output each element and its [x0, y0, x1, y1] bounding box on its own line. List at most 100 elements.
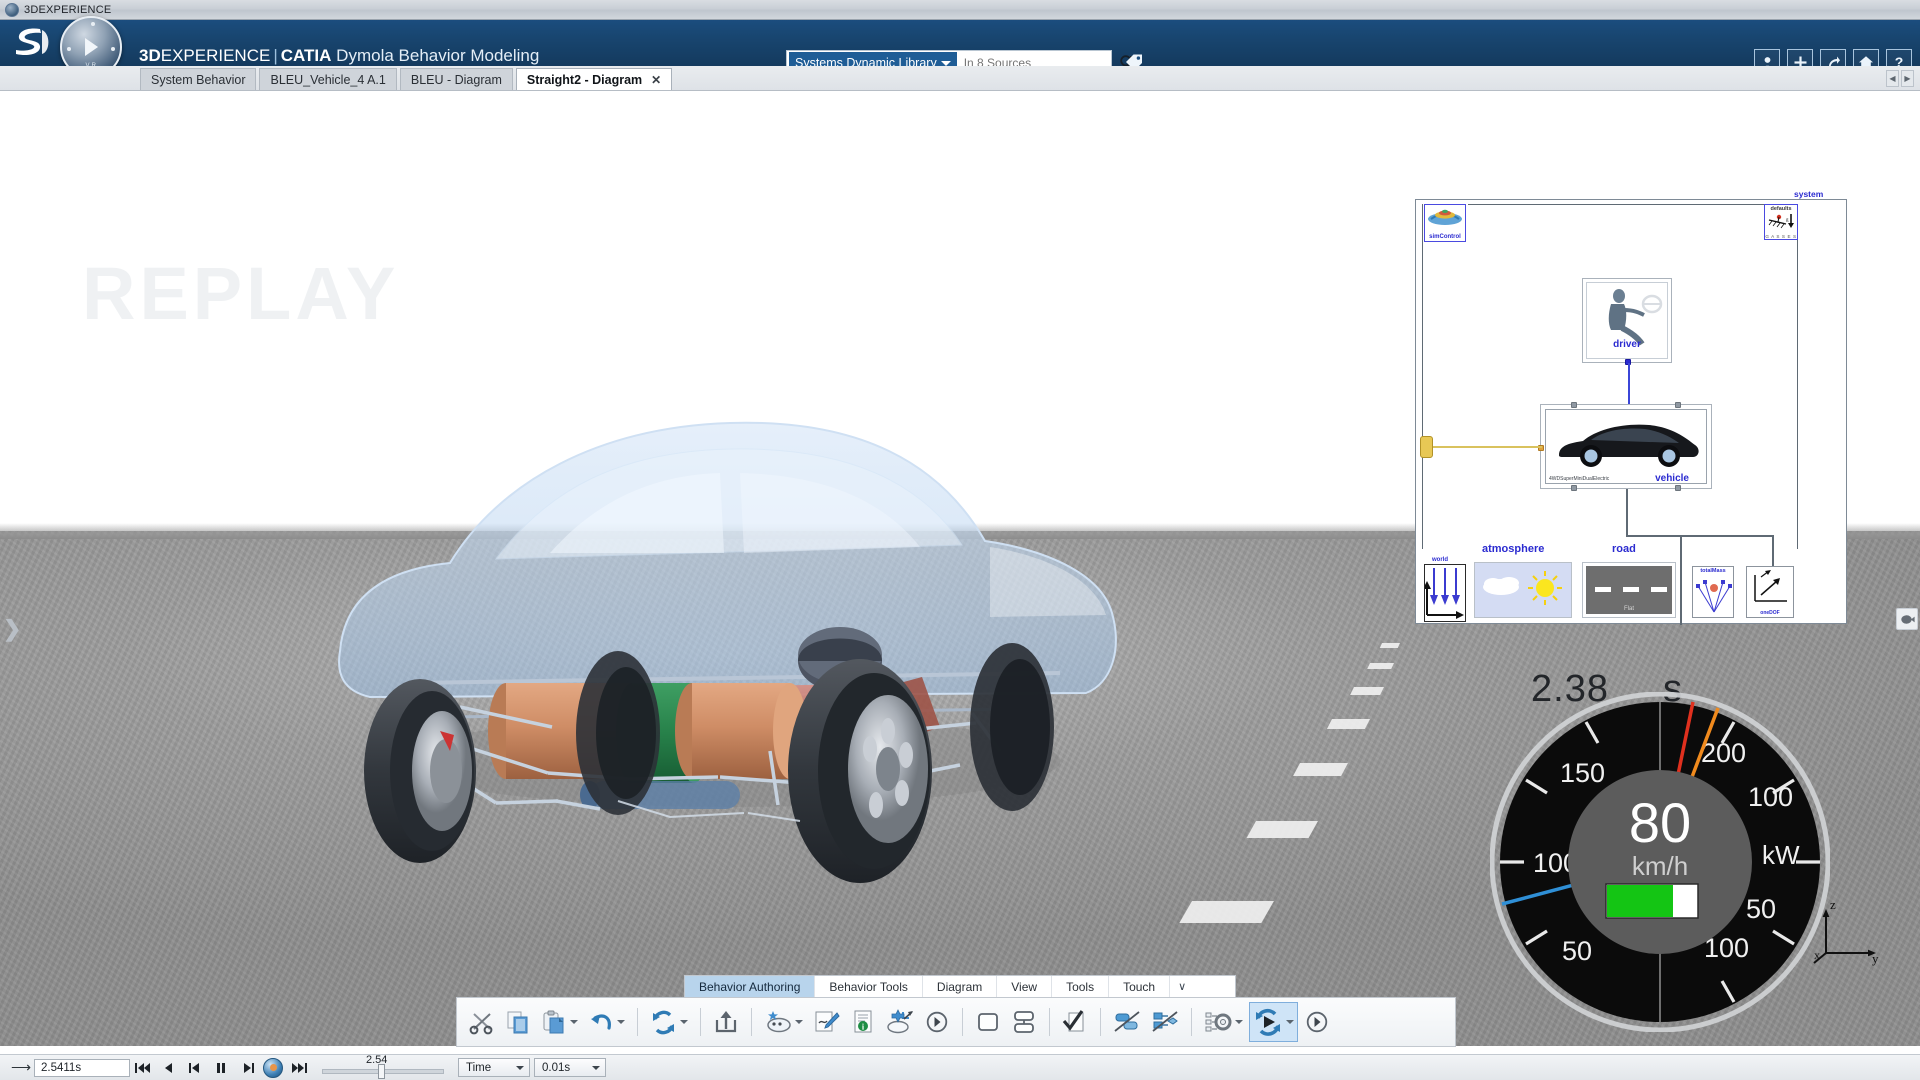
chevron-down-icon[interactable]: [795, 1020, 803, 1024]
3ds-logo: [16, 28, 49, 56]
step-back-button[interactable]: [156, 1058, 182, 1078]
chevron-down-icon[interactable]: [1286, 1020, 1294, 1024]
compass-needle-icon: [85, 38, 99, 56]
tab-label: Tools: [1066, 979, 1095, 994]
export-button[interactable]: [709, 1002, 743, 1042]
3d-viewport[interactable]: REPLAY 2.38 s 100 150 50 100 50 100 200 …: [0, 91, 1920, 1046]
diagram-block-world[interactable]: [1423, 564, 1466, 622]
diagram-block-driver[interactable]: driver: [1582, 278, 1672, 365]
gauge-speed-unit: km/h: [1632, 851, 1688, 881]
tab-scroll-prev-button[interactable]: ◀: [1886, 70, 1899, 87]
diagram-block-vehicle[interactable]: 4WDSuperMiniDualElectric vehicle: [1538, 402, 1712, 491]
diagram-block-defaults[interactable]: defaults g G A S S E S: [1764, 204, 1798, 240]
chevron-down-icon[interactable]: [617, 1020, 625, 1024]
diagram-block-label-onedof: oneDOF: [1760, 610, 1780, 616]
playback-step-select[interactable]: 0.01s: [534, 1058, 606, 1077]
toolbar-divider: [751, 1008, 752, 1036]
vehicle-3d-model[interactable]: [300, 331, 1140, 891]
hide-geometry-button[interactable]: [1147, 1002, 1183, 1042]
gauge-speed-tick-150: 150: [1560, 758, 1605, 788]
app-globe-icon: [5, 2, 19, 17]
cut-button[interactable]: [465, 1002, 499, 1042]
axis-label-z: z: [1830, 897, 1836, 912]
hide-connector-button[interactable]: [1109, 1002, 1145, 1042]
tab-scroll-controls: ◀ ▶: [1886, 70, 1914, 87]
tab-bleu-vehicle-4-a1[interactable]: BLEU_Vehicle_4 A.1: [259, 68, 397, 90]
replay-globe-icon[interactable]: [260, 1057, 286, 1078]
diagram-block-road[interactable]: Flat: [1582, 562, 1676, 618]
mouse-hint-icon[interactable]: [1896, 608, 1918, 630]
chevron-circle-icon: [1306, 1011, 1328, 1033]
tab-touch[interactable]: Touch: [1109, 976, 1171, 997]
tab-bleu-diagram[interactable]: BLEU - Diagram: [399, 68, 513, 90]
behavior-diagram-panel[interactable]: system simControl defaults g G A S S E S…: [1415, 189, 1847, 625]
chevron-down-icon[interactable]: [680, 1020, 688, 1024]
scrubber-handle[interactable]: [378, 1063, 385, 1079]
diagram-block-atmosphere[interactable]: [1474, 562, 1572, 618]
check-model-button[interactable]: [1058, 1002, 1092, 1042]
atmosphere-icon: [1475, 563, 1571, 617]
driver-icon: [1608, 289, 1663, 346]
update-button[interactable]: [646, 1002, 692, 1042]
tab-system-behavior[interactable]: System Behavior: [140, 68, 257, 90]
undo-button[interactable]: [584, 1002, 629, 1042]
copy-button[interactable]: [501, 1002, 535, 1042]
more-tools-button[interactable]: [1300, 1002, 1334, 1042]
tab-diagram[interactable]: Diagram: [923, 976, 998, 997]
create-behavior-button[interactable]: [760, 1002, 807, 1042]
tab-view[interactable]: View: [997, 976, 1053, 997]
simulation-settings-button[interactable]: [1200, 1002, 1247, 1042]
paste-button[interactable]: [537, 1002, 582, 1042]
tab-tools[interactable]: Tools: [1052, 976, 1110, 997]
brand-experience: EXPERIENCE: [160, 46, 271, 65]
pause-button[interactable]: [208, 1058, 234, 1078]
tab-label: View: [1011, 979, 1038, 994]
brand-catia: CATIA: [280, 46, 332, 65]
diagram-handle-tr[interactable]: [1675, 402, 1681, 408]
playback-status-bar: ⟶ 2.5411s 2.54 Time 0.01s: [0, 1054, 1920, 1080]
lane-marking: [1246, 821, 1318, 838]
skip-start-button[interactable]: [130, 1058, 156, 1078]
properties-button[interactable]: i: [846, 1002, 880, 1042]
diagram-block-simcontrol[interactable]: simControl: [1424, 204, 1466, 242]
tab-behavior-authoring[interactable]: Behavior Authoring: [685, 976, 816, 997]
toolbar-divider: [1100, 1008, 1101, 1036]
axis-label-x: x: [1814, 948, 1820, 962]
diagram-handle-bl[interactable]: [1571, 485, 1577, 491]
tab-scroll-next-button[interactable]: ▶: [1901, 70, 1914, 87]
diagram-block-onedof[interactable]: oneDOF: [1746, 566, 1794, 618]
frame-forward-button[interactable]: [234, 1058, 260, 1078]
split-block-button[interactable]: [1007, 1002, 1041, 1042]
arrow-right-icon[interactable]: ⟶: [8, 1059, 34, 1076]
more-behavior-button[interactable]: [920, 1002, 954, 1042]
tab-straight2-diagram[interactable]: Straight2 - Diagram ✕: [515, 68, 673, 90]
playback-mode-select[interactable]: Time: [458, 1058, 530, 1077]
pencil-document-icon: [815, 1011, 840, 1032]
new-block-button[interactable]: [971, 1002, 1005, 1042]
diagram-block-totalmass[interactable]: totalMass: [1692, 566, 1734, 618]
time-scrubber[interactable]: 2.54: [322, 1054, 444, 1079]
current-time-field[interactable]: 2.5411s: [34, 1058, 130, 1077]
diagram-bus-connector[interactable]: [1420, 436, 1433, 458]
tab-behavior-tools[interactable]: Behavior Tools: [815, 976, 923, 997]
expand-panel-chevron-icon[interactable]: ❯: [3, 616, 21, 642]
diagram-handle-br[interactable]: [1675, 485, 1681, 491]
frame-back-button[interactable]: [182, 1058, 208, 1078]
upload-box-icon: [715, 1011, 737, 1033]
diagram-handle-tl[interactable]: [1571, 402, 1577, 408]
lane-marking: [1367, 663, 1394, 669]
collapse-action-bar-button[interactable]: ∨: [1170, 976, 1194, 997]
chevron-down-icon[interactable]: [1235, 1020, 1243, 1024]
skip-end-button[interactable]: [286, 1058, 312, 1078]
run-simulation-button[interactable]: [1249, 1002, 1298, 1042]
tab-label: Diagram: [936, 979, 983, 994]
battery-level-bar: [1607, 885, 1673, 917]
world-icon: [1423, 568, 1464, 619]
diagram-block-label-driver: driver: [1613, 339, 1641, 350]
diagram-wire-road-horizontal: [1626, 535, 1774, 537]
diagram-frame-left: [1422, 204, 1423, 549]
close-icon[interactable]: ✕: [651, 73, 661, 87]
edit-signature-button[interactable]: [809, 1002, 844, 1042]
chevron-down-icon[interactable]: [570, 1020, 578, 1024]
add-signal-button[interactable]: [882, 1002, 918, 1042]
